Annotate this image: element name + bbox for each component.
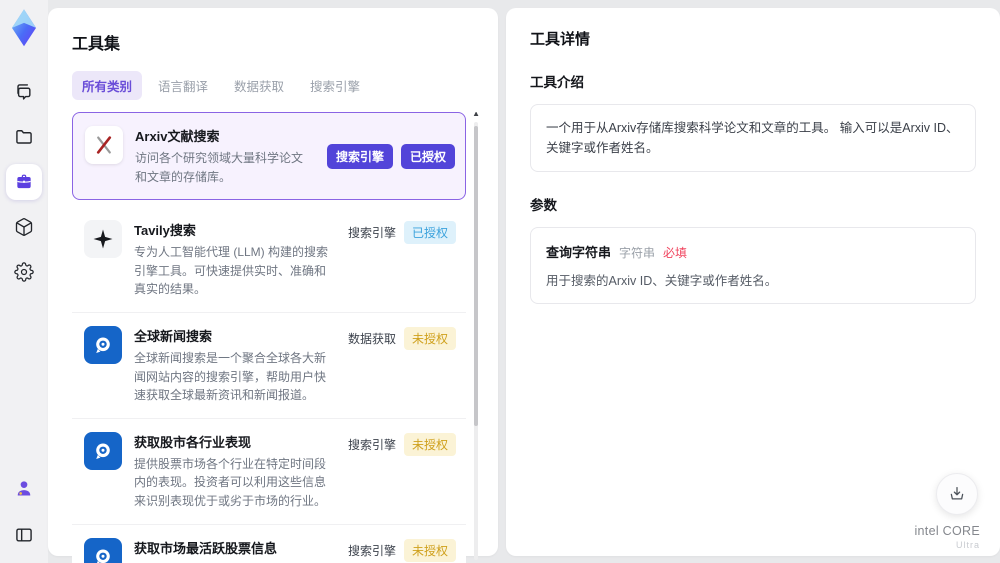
arxiv-icon bbox=[85, 126, 123, 164]
sidebar-item-settings[interactable] bbox=[6, 254, 42, 290]
tab-2[interactable]: 数据获取 bbox=[224, 71, 294, 100]
tool-intro-text: 一个用于从Arxiv存储库搜索科学论文和文章的工具。 输入可以是Arxiv ID… bbox=[530, 104, 976, 172]
tool-card[interactable]: 获取市场最活跃股票信息 提供当天交易量最高的股票列表，投资者可以利用这些信息来识… bbox=[72, 524, 466, 563]
tool-card[interactable]: 获取股市各行业表现 提供股票市场各个行业在特定时间段内的表现。投资者可以利用这些… bbox=[72, 418, 466, 525]
avatar-icon bbox=[14, 478, 34, 498]
details-title: 工具详情 bbox=[530, 31, 591, 48]
tool-cards: Arxiv文献搜索 访问各个研究领域大量科学论文和文章的存储库。 搜索引擎 已授… bbox=[72, 112, 466, 563]
folder-icon bbox=[14, 127, 34, 147]
toolset-panel: 工具集 所有类别 语言翻译 数据获取 搜索引擎 Arxiv文献搜索 访问各个研究领域大… bbox=[48, 8, 498, 563]
juhe-icon bbox=[84, 325, 122, 364]
params-heading: 参数 bbox=[530, 198, 557, 213]
tool-description: 全球新闻搜索是一个聚合全球各大新闻网站内容的搜索引擎，帮助用户快速获取全球最新资… bbox=[134, 350, 327, 403]
collapse-sidebar-button[interactable] bbox=[6, 517, 42, 553]
app-logo-icon bbox=[7, 8, 41, 48]
intel-core-badge: intel CORE Ultra bbox=[914, 524, 980, 551]
sidebar bbox=[0, 0, 48, 563]
sidebar-item-chat[interactable] bbox=[6, 74, 42, 110]
tab-3[interactable]: 搜索引擎 bbox=[300, 71, 370, 100]
panel-toggle-icon bbox=[14, 525, 34, 545]
tavily-icon bbox=[84, 220, 122, 259]
sidebar-item-files[interactable] bbox=[6, 119, 42, 155]
scrollbar-thumb[interactable] bbox=[474, 126, 478, 426]
page-title: 工具集 bbox=[72, 36, 121, 53]
intro-heading: 工具介绍 bbox=[530, 75, 584, 90]
sidebar-bottom bbox=[6, 470, 42, 553]
scrollbar[interactable]: ▲ ▼ bbox=[470, 112, 482, 563]
param-name: 查询字符串 bbox=[546, 245, 612, 260]
tool-list: Arxiv文献搜索 访问各个研究领域大量科学论文和文章的存储库。 搜索引擎 已授… bbox=[72, 112, 482, 563]
tool-category-badge: 数据获取 bbox=[347, 331, 396, 346]
tool-details-panel: 工具详情 工具介绍 一个用于从Arxiv存储库搜索科学论文和文章的工具。 输入可… bbox=[506, 8, 1000, 556]
package-icon bbox=[14, 217, 34, 237]
tool-category-badge: 搜索引擎 bbox=[347, 226, 396, 241]
toolbox-icon bbox=[14, 172, 34, 192]
intel-ultra-label: Ultra bbox=[955, 539, 980, 550]
sidebar-item-models[interactable] bbox=[6, 209, 42, 245]
tool-name: 获取市场最活跃股票信息 bbox=[134, 540, 278, 556]
tab-1[interactable]: 语言翻译 bbox=[148, 71, 218, 100]
juhe-icon bbox=[84, 537, 122, 563]
tool-card[interactable]: Tavily搜索 专为人工智能代理 (LLM) 构建的搜索引擎工具。可快速提供实… bbox=[72, 207, 466, 313]
settings-icon bbox=[14, 262, 34, 282]
tool-name: Tavily搜索 bbox=[134, 223, 196, 239]
tool-category-badge: 搜索引擎 bbox=[326, 144, 393, 170]
tool-description: 专为人工智能代理 (LLM) 构建的搜索引擎工具。可快速提供实时、准确和真实的结… bbox=[134, 245, 329, 297]
scroll-up-icon[interactable]: ▲ bbox=[472, 112, 480, 118]
param-description: 用于搜索的Arxiv ID、关键字或作者姓名。 bbox=[546, 274, 778, 288]
download-button[interactable] bbox=[936, 473, 978, 515]
chat-icon bbox=[14, 82, 34, 102]
tool-status-badge: 未授权 bbox=[403, 432, 456, 456]
app-window: 工具集 所有类别 语言翻译 数据获取 搜索引擎 Arxiv文献搜索 访问各个研究领域大… bbox=[0, 0, 1000, 563]
tool-status-badge: 未授权 bbox=[403, 326, 456, 350]
intel-core-logo: intel CORE bbox=[914, 524, 980, 539]
tab-0[interactable]: 所有类别 bbox=[72, 71, 143, 100]
tool-card[interactable]: 全球新闻搜索 全球新闻搜索是一个聚合全球各大新闻网站内容的搜索引擎，帮助用户快速… bbox=[72, 312, 466, 419]
user-avatar[interactable] bbox=[6, 470, 42, 506]
tool-name: 获取股市各行业表现 bbox=[134, 434, 252, 450]
tool-status-badge: 未授权 bbox=[403, 538, 456, 562]
download-icon bbox=[948, 485, 966, 503]
tool-card[interactable]: Arxiv文献搜索 访问各个研究领域大量科学论文和文章的存储库。 搜索引擎 已授… bbox=[72, 112, 466, 201]
tool-description: 访问各个研究领域大量科学论文和文章的存储库。 bbox=[135, 151, 304, 184]
category-tabs: 所有类别 语言翻译 数据获取 搜索引擎 bbox=[72, 71, 482, 100]
sidebar-nav bbox=[6, 74, 42, 290]
tool-name: 全球新闻搜索 bbox=[134, 328, 213, 344]
sidebar-item-toolbox[interactable] bbox=[6, 164, 42, 200]
juhe-icon bbox=[84, 431, 122, 470]
tool-status-badge: 已授权 bbox=[400, 144, 455, 170]
param-required-badge: 必填 bbox=[663, 246, 688, 260]
tool-category-badge: 搜索引擎 bbox=[347, 543, 396, 558]
param-type: 字符串 bbox=[619, 246, 656, 260]
tool-status-badge: 已授权 bbox=[403, 221, 456, 245]
parameter-item: 查询字符串 字符串 必填 用于搜索的Arxiv ID、关键字或作者姓名。 bbox=[530, 227, 976, 304]
tool-description: 提供股票市场各个行业在特定时间段内的表现。投资者可以利用这些信息来识别表现优于或… bbox=[134, 456, 327, 508]
tool-category-badge: 搜索引擎 bbox=[347, 437, 396, 452]
tool-name: Arxiv文献搜索 bbox=[135, 129, 220, 144]
